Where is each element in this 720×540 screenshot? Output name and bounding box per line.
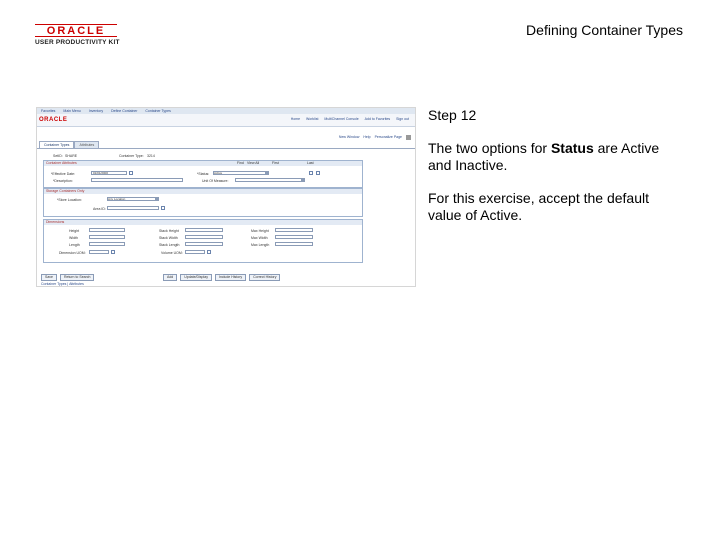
effective-date-label: *Effective Date: [51, 172, 76, 176]
screenshot-nav-links: Home Worklist MultiChannel Console Add t… [291, 117, 409, 121]
unit-of-measure-label: Unit Of Measure: [202, 179, 229, 183]
max-height-input[interactable] [275, 228, 313, 232]
dimension-uom-input[interactable] [89, 250, 109, 254]
length-label: Length [69, 243, 80, 247]
max-width-input[interactable] [275, 235, 313, 239]
page-layout-icon[interactable] [406, 135, 411, 140]
volume-uom-label: Volume UOM: [161, 251, 183, 255]
stack-width-label: Stack Width [159, 236, 178, 240]
lookup-icon[interactable] [111, 250, 115, 254]
section-header: Storage Containers Only [44, 189, 362, 194]
max-length-label: Max Length [251, 243, 270, 247]
footer-tab-links[interactable]: Container Types | Attributes [41, 282, 84, 286]
correct-history-button[interactable]: Correct History [249, 274, 281, 281]
stack-height-input[interactable] [185, 228, 223, 232]
section-header: Dimensions [44, 220, 362, 225]
calendar-icon[interactable] [129, 171, 133, 175]
volume-uom-input[interactable] [185, 250, 205, 254]
storage-location-label: *Store Location: [57, 198, 82, 202]
step-title: Step 12 [428, 107, 477, 123]
breadcrumb-item[interactable]: Inventory [89, 109, 103, 113]
unit-of-measure-select[interactable] [235, 178, 305, 182]
screenshot-tabs: Container Types Attributes [39, 141, 100, 148]
tab-container-types[interactable]: Container Types [39, 141, 75, 148]
oracle-upk-logo: ORACLE USER PRODUCTIVITY KIT [35, 24, 125, 50]
return-to-search-button[interactable]: Return to Search [59, 274, 95, 281]
dimension-uom-label: Dimension UOM: [59, 251, 86, 255]
dimensions-section: Dimensions [43, 219, 363, 263]
screenshot-oracle-brand: ORACLE [39, 117, 68, 123]
add-row-icon[interactable] [309, 171, 313, 175]
area-id-label: Area ID: [93, 207, 106, 211]
width-label: Width [69, 236, 78, 240]
storage-location-select[interactable]: Any Location [107, 197, 159, 201]
help-link[interactable]: Help [363, 135, 370, 140]
nav-link[interactable]: Sign out [396, 117, 409, 121]
upk-logo-subtitle: USER PRODUCTIVITY KIT [35, 39, 120, 46]
include-history-button[interactable]: Include History [214, 274, 247, 281]
breadcrumb-item[interactable]: Main Menu [63, 109, 80, 113]
page-nav-links: New Window Help Personalize Page [339, 135, 411, 140]
stack-height-label: Stack Height [159, 229, 179, 233]
right-button-group: Add Update/Display Include History Corre… [163, 274, 281, 281]
first-link[interactable]: First [272, 161, 279, 165]
view-all-link[interactable]: View All [247, 161, 259, 165]
container-type-label: Container Type: [119, 154, 144, 158]
left-button-group: Save Return to Search [41, 274, 95, 281]
find-link[interactable]: Find [237, 161, 244, 165]
oracle-logo-word: ORACLE [35, 24, 117, 37]
screenshot-brand-bar: ORACLE Home Worklist MultiChannel Consol… [37, 114, 415, 127]
max-width-label: Max Width [251, 236, 268, 240]
personalize-page-link[interactable]: Personalize Page [375, 135, 402, 140]
step-line-1: The two options for Status are Active an… [428, 140, 668, 174]
stack-length-input[interactable] [185, 242, 223, 246]
status-label: *Status: [197, 172, 210, 176]
add-button[interactable]: Add [163, 274, 178, 281]
breadcrumb-item[interactable]: Favorites [41, 109, 55, 113]
lookup-icon[interactable] [161, 206, 165, 210]
nav-link[interactable]: Add to Favorites [365, 117, 390, 121]
step-line-1-bold: Status [550, 140, 594, 156]
max-length-input[interactable] [275, 242, 313, 246]
setid-value: SHARE [65, 154, 78, 158]
description-input[interactable] [91, 178, 183, 182]
description-label: *Description: [53, 179, 73, 183]
breadcrumb-item[interactable]: Define Container [111, 109, 137, 113]
update-display-button[interactable]: Update/Display [180, 274, 212, 281]
height-input[interactable] [89, 228, 125, 232]
step-line-1-prefix: The two options for [428, 140, 551, 156]
tab-divider [37, 148, 415, 149]
step-instructions: Step 12 The two options for Status are A… [428, 107, 668, 240]
lookup-icon[interactable] [207, 250, 211, 254]
tab-attributes[interactable]: Attributes [74, 141, 100, 148]
delete-row-icon[interactable] [316, 171, 320, 175]
max-height-label: Max Height [251, 229, 269, 233]
length-input[interactable] [89, 242, 125, 246]
nav-link[interactable]: Home [291, 117, 300, 121]
nav-link[interactable]: MultiChannel Console [324, 117, 358, 121]
document-title: Defining Container Types [526, 22, 683, 38]
setid-label: SetID: [53, 154, 63, 158]
step-line-2: For this exercise, accept the default va… [428, 190, 649, 223]
area-id-input[interactable] [107, 206, 159, 210]
container-type-value: 3214 [147, 154, 155, 158]
height-label: Height [69, 229, 80, 233]
new-window-link[interactable]: New Window [339, 135, 359, 140]
save-button[interactable]: Save [41, 274, 57, 281]
width-input[interactable] [89, 235, 125, 239]
storage-containers-section: Storage Containers Only [43, 188, 363, 217]
nav-link[interactable]: Worklist [306, 117, 318, 121]
application-screenshot: Favorites Main Menu Inventory Define Con… [36, 107, 416, 287]
section-header: Container Attributes [44, 161, 362, 166]
status-select[interactable]: Active [213, 171, 269, 175]
stack-length-label: Stack Length [159, 243, 180, 247]
effective-date-input[interactable]: 01/01/2000 [91, 171, 127, 175]
last-link[interactable]: Last [307, 161, 314, 165]
breadcrumb-item[interactable]: Container Types [145, 109, 170, 113]
stack-width-input[interactable] [185, 235, 223, 239]
